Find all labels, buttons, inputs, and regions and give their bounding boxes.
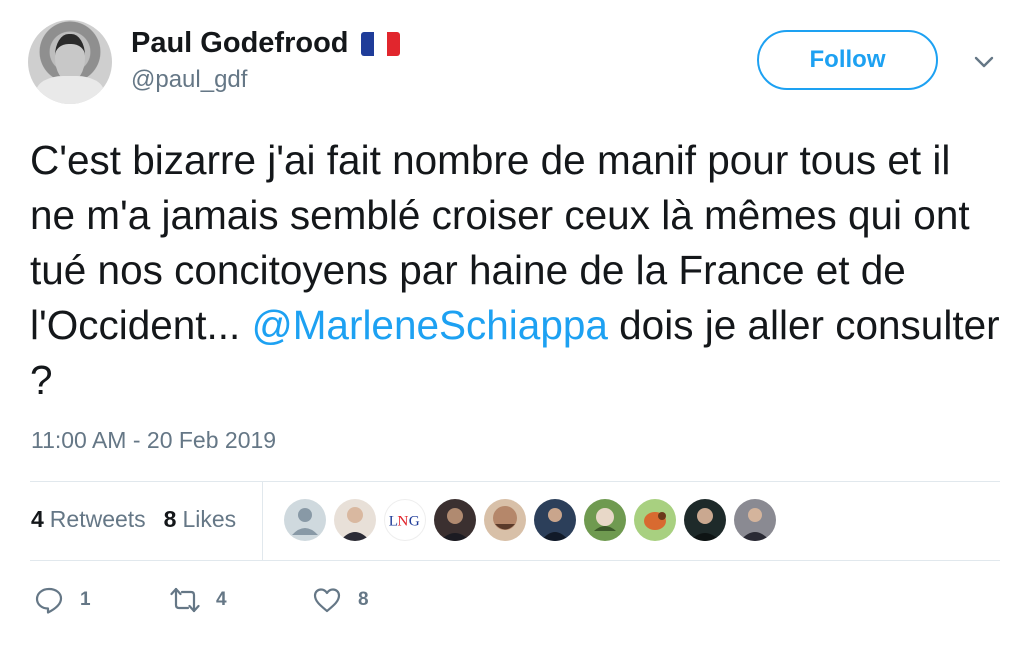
likes-stat[interactable]: 8 Likes <box>164 506 237 533</box>
tweet-actions: 1 4 8 <box>34 585 434 619</box>
liker-avatar[interactable] <box>284 499 326 541</box>
liker-avatar[interactable] <box>584 499 626 541</box>
chevron-down-icon[interactable] <box>972 52 996 72</box>
author-avatar[interactable] <box>28 20 112 104</box>
retweets-label: Retweets <box>49 506 146 532</box>
like-count: 8 <box>358 589 369 610</box>
mention-link[interactable]: @MarleneSchiappa <box>252 302 608 348</box>
reply-action[interactable]: 1 <box>34 585 91 615</box>
like-action[interactable]: 8 <box>312 585 369 615</box>
svg-text:N: N <box>397 513 408 530</box>
liker-avatar[interactable] <box>434 499 476 541</box>
retweet-count: 4 <box>216 589 227 610</box>
liker-avatar[interactable] <box>334 499 376 541</box>
stats-divider <box>262 481 263 560</box>
reply-count: 1 <box>80 589 91 610</box>
divider <box>30 560 1000 561</box>
liker-avatar[interactable] <box>484 499 526 541</box>
liker-avatar[interactable] <box>734 499 776 541</box>
tweet-card: Paul Godefrood @paul_gdf Follow C'est bi… <box>0 0 1024 653</box>
heart-icon <box>313 588 341 613</box>
tweet-timestamp[interactable]: 11:00 AM - 20 Feb 2019 <box>31 427 276 454</box>
retweets-stat[interactable]: 4 Retweets <box>31 506 146 533</box>
retweets-count: 4 <box>31 506 44 532</box>
divider <box>30 481 1000 482</box>
liker-avatar[interactable] <box>534 499 576 541</box>
engagement-stats: 4 Retweets 8 Likes <box>31 506 254 533</box>
likes-label: Likes <box>182 506 237 532</box>
liker-avatar[interactable] <box>684 499 726 541</box>
france-flag-icon <box>360 31 400 56</box>
author-name-row: Paul Godefrood <box>131 27 400 60</box>
likes-count: 8 <box>163 506 177 532</box>
reply-icon <box>35 587 63 614</box>
svg-text:G: G <box>409 513 420 530</box>
follow-button[interactable]: Follow <box>757 30 938 90</box>
tweet-text: C'est bizarre j'ai fait nombre de manif … <box>30 133 1000 408</box>
retweet-action[interactable]: 4 <box>170 585 227 615</box>
author-handle[interactable]: @paul_gdf <box>131 66 247 94</box>
author-display-name[interactable]: Paul Godefrood <box>131 27 349 60</box>
liker-avatar[interactable] <box>634 499 676 541</box>
liker-avatar-logo[interactable]: LNG <box>384 499 426 541</box>
likers-avatars: LNG <box>284 499 784 541</box>
retweet-icon <box>170 587 200 613</box>
